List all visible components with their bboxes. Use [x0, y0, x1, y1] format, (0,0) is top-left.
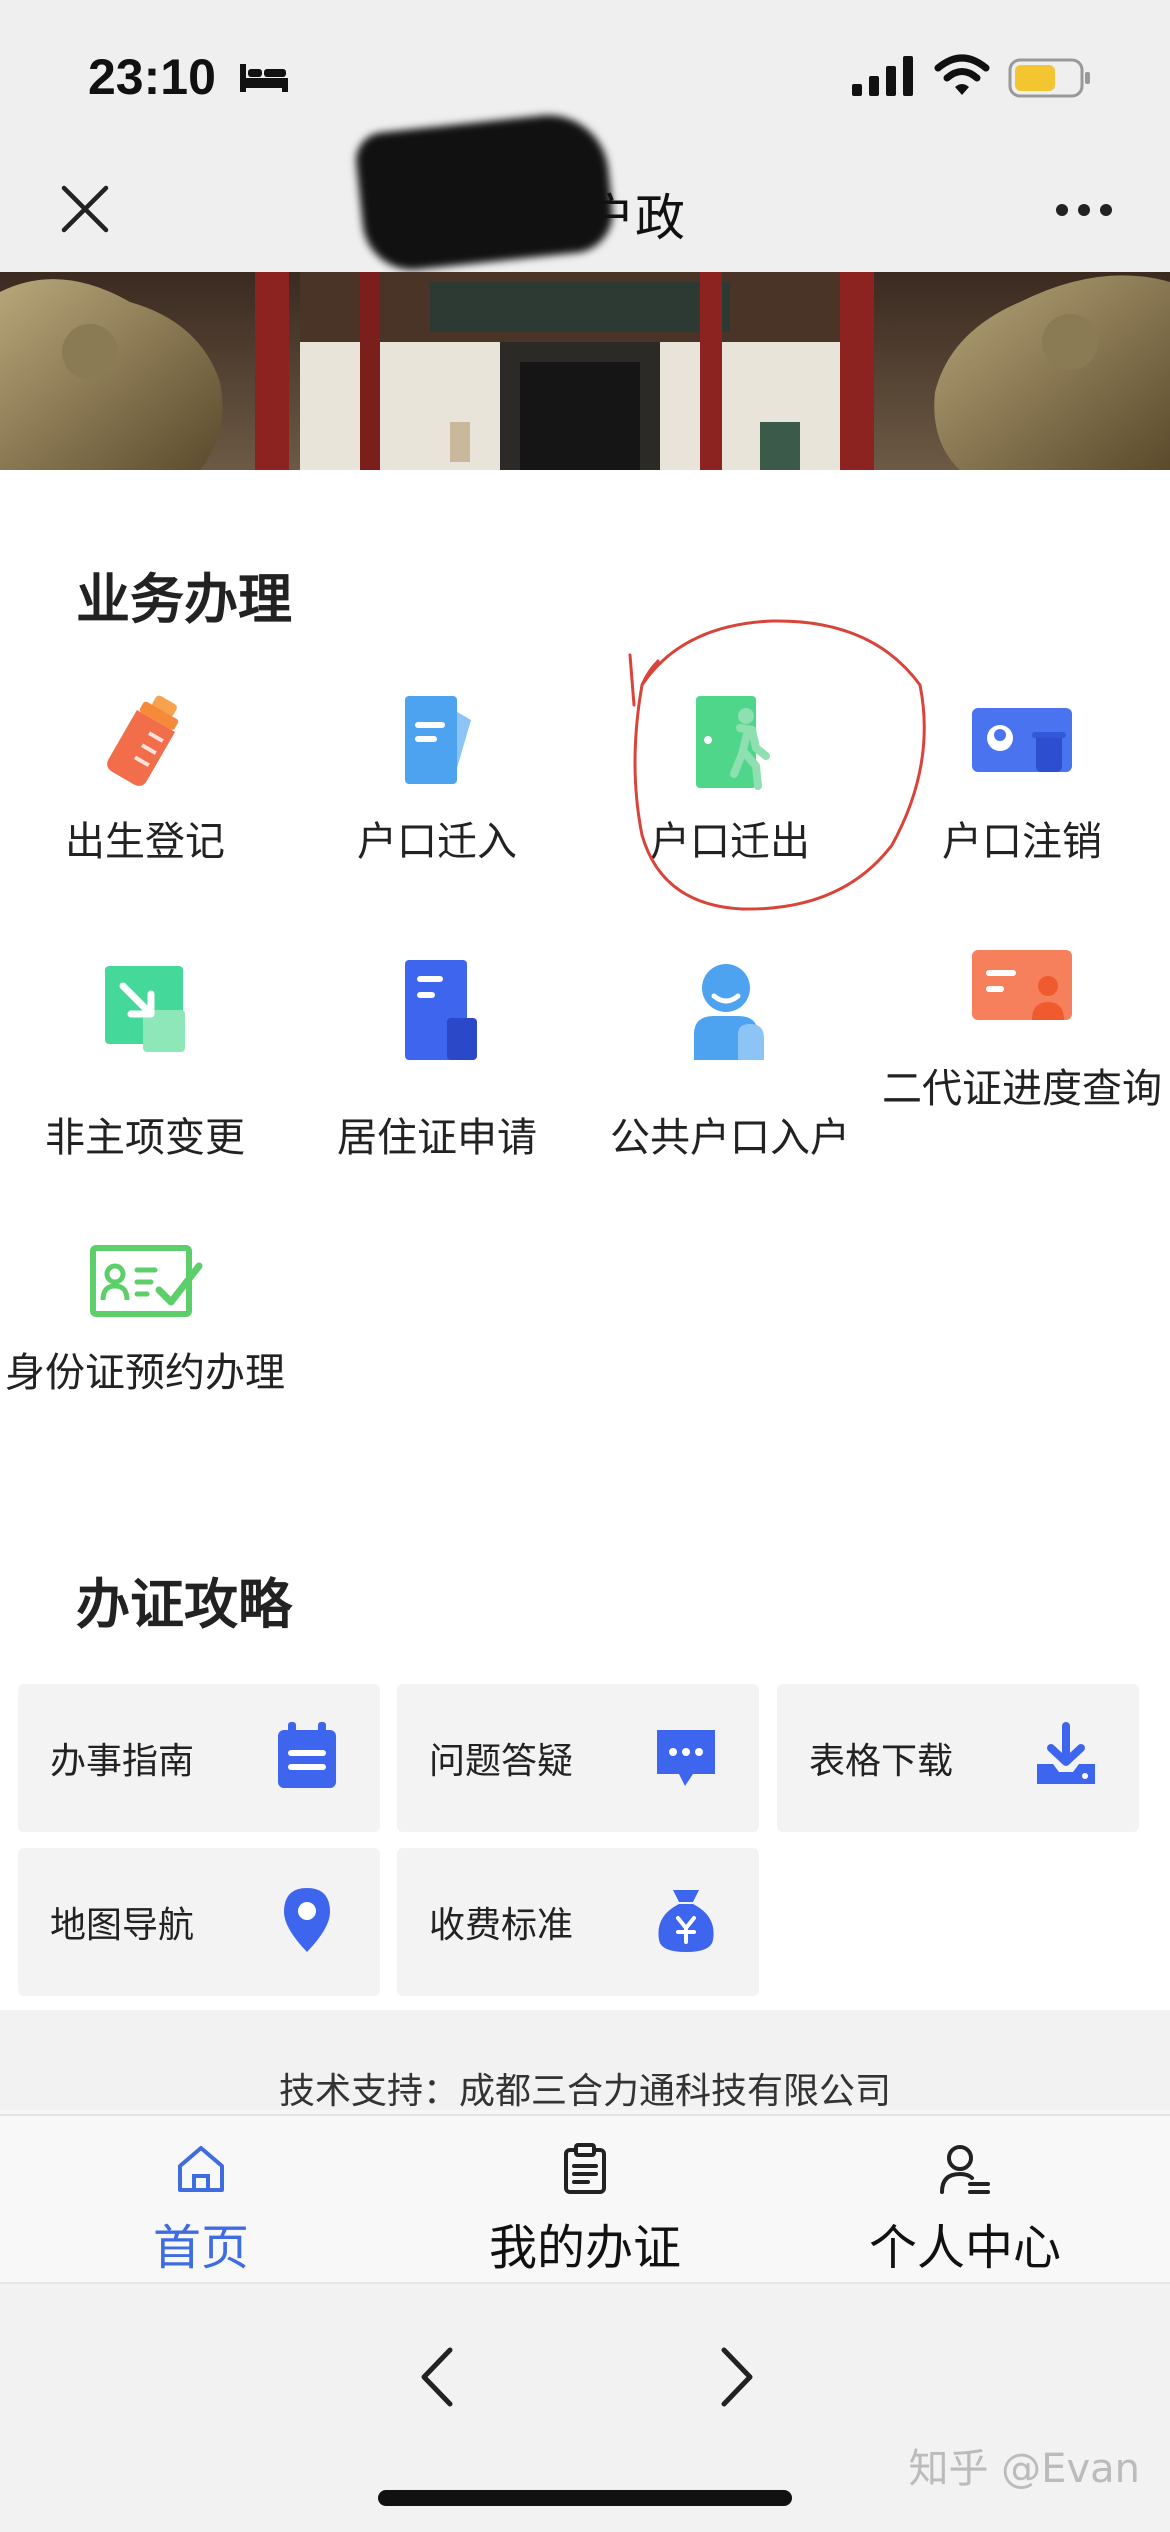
service-birth-registration[interactable]: 出生登记	[0, 690, 290, 890]
forward-arrow-icon[interactable]	[714, 2344, 760, 2410]
guide-label: 地图导航	[50, 1905, 195, 1946]
guide-label: 办事指南	[50, 1741, 195, 1782]
guide-fee-standard[interactable]: 收费标准	[397, 1848, 759, 1996]
tab-bar: 首页 我的办证 个人中心	[0, 2114, 1170, 2282]
service-label: 出生登记	[65, 819, 225, 865]
more-icon[interactable]	[1054, 202, 1114, 218]
signal-icon	[852, 56, 913, 96]
guide-label: 表格下载	[809, 1741, 954, 1782]
guide-handling-guide[interactable]: 办事指南	[18, 1684, 380, 1832]
service-label: 非主项变更	[45, 1115, 245, 1161]
guide-form-download[interactable]: 表格下载	[777, 1684, 1139, 1832]
service-public-hukou[interactable]: 公共户口入户	[585, 960, 875, 1180]
services-heading: 业务办理	[76, 568, 292, 631]
guide-map-navigation[interactable]: 地图导航	[18, 1848, 380, 1996]
service-label: 户口迁入	[357, 819, 517, 865]
battery-icon	[1008, 58, 1090, 98]
tab-home[interactable]: 首页	[6, 2116, 396, 2284]
home-indicator[interactable]	[378, 2490, 792, 2506]
back-arrow-icon[interactable]	[414, 2344, 460, 2410]
tab-label: 我的办证	[488, 2220, 681, 2276]
bed-icon	[240, 64, 288, 92]
footer: 技术支持：成都三合力通科技有限公司	[0, 2010, 1170, 2112]
id-appointment-icon	[90, 1245, 203, 1317]
arrow-change-icon	[105, 966, 185, 1052]
service-label: 身份证预约办理	[5, 1350, 285, 1396]
service-label: 二代证进度查询	[882, 1066, 1162, 1112]
main-content: 业务办理 出生登记 户口迁入 户口迁出 户口注销 非主项变更 居住证申请 公共户…	[0, 470, 1170, 2010]
calendar-icon	[278, 1722, 336, 1788]
service-label: 居住证申请	[337, 1115, 537, 1161]
baby-bottle-icon	[107, 695, 179, 786]
user-icon	[940, 2145, 990, 2194]
money-bag-icon	[658, 1890, 714, 1952]
watermark: 知乎 @Evan	[908, 2446, 1140, 2492]
wifi-icon	[934, 54, 990, 95]
redaction-mark	[353, 109, 617, 275]
id-card-icon	[972, 708, 1072, 772]
guide-faq[interactable]: 问题答疑	[397, 1684, 759, 1832]
person-icon	[694, 964, 764, 1060]
residence-document-icon	[405, 960, 477, 1060]
guide-label: 收费标准	[429, 1905, 574, 1946]
tab-personal-center[interactable]: 个人中心	[770, 2116, 1160, 2284]
location-pin-icon	[284, 1888, 330, 1952]
service-label: 公共户口入户	[610, 1115, 850, 1161]
tab-my-certificates[interactable]: 我的办证	[390, 2116, 780, 2284]
banner-photo	[0, 272, 1170, 470]
service-non-main-change[interactable]: 非主项变更	[0, 960, 290, 1180]
browser-nav-bar: 知乎 @Evan	[0, 2282, 1170, 2532]
clipboard-icon	[564, 2143, 606, 2194]
guide-label: 问题答疑	[429, 1741, 574, 1782]
service-id-appointment[interactable]: 身份证预约办理	[0, 1230, 290, 1470]
service-residence-permit[interactable]: 居住证申请	[292, 960, 582, 1180]
service-id-progress-query[interactable]: 二代证进度查询	[877, 950, 1167, 1180]
tab-label: 首页	[152, 2220, 249, 2276]
service-hukou-move-in[interactable]: 户口迁入	[292, 690, 582, 890]
guides-heading: 办证攻略	[76, 1573, 292, 1636]
footer-text: 技术支持：成都三合力通科技有限公司	[278, 2071, 891, 2112]
tab-label: 个人中心	[868, 2220, 1061, 2276]
annotation-circle	[628, 619, 926, 911]
banner-image	[0, 272, 1170, 470]
document-in-icon	[405, 696, 471, 784]
home-icon	[178, 2146, 224, 2192]
status-time: 23:10	[88, 49, 216, 105]
chat-icon	[657, 1730, 715, 1786]
card-query-icon	[972, 950, 1072, 1020]
download-icon	[1037, 1722, 1095, 1784]
